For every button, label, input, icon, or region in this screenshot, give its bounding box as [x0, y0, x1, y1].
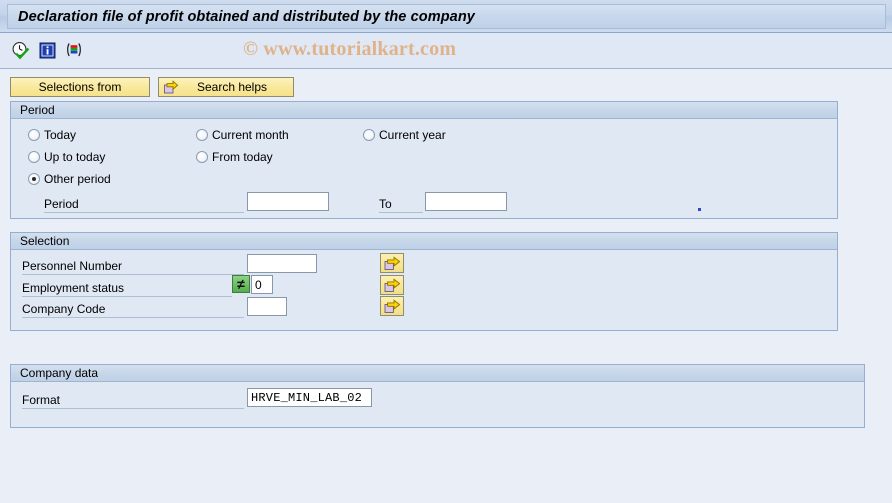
- period-to-label: To: [379, 197, 392, 211]
- personnel-number-label: Personnel Number: [22, 259, 123, 273]
- radio-current-month[interactable]: Current month: [196, 128, 289, 142]
- yellow-arrow-icon: [163, 79, 179, 95]
- personnel-number-multi-select-button[interactable]: [380, 253, 404, 273]
- execute-clock-check-icon[interactable]: [10, 40, 30, 60]
- radio-mark-icon: [28, 173, 40, 185]
- radio-today-label: Today: [44, 128, 77, 142]
- company-data-panel-body: Format: [11, 382, 864, 426]
- not-equal-operator-button[interactable]: ≠: [232, 275, 250, 293]
- radio-current-month-label: Current month: [212, 128, 289, 142]
- radio-up-to-today-label: Up to today: [44, 150, 106, 164]
- radio-mark-icon: [196, 129, 208, 141]
- selection-panel: Selection Personnel Number Employment st…: [10, 232, 838, 331]
- period-panel: Period Today Current month Current year …: [10, 101, 838, 219]
- company-data-panel: Company data Format: [10, 364, 865, 428]
- not-equal-icon: ≠: [237, 276, 245, 292]
- selection-panel-body: Personnel Number Employment status ≠ Com…: [11, 250, 837, 329]
- format-input[interactable]: [247, 388, 372, 407]
- radio-mark-icon: [363, 129, 375, 141]
- employment-status-multi-select-button[interactable]: [380, 275, 404, 295]
- format-label: Format: [22, 393, 61, 407]
- watermark-text: © www.tutorialkart.com: [243, 38, 457, 60]
- employment-status-input[interactable]: [251, 275, 273, 294]
- yellow-arrow-icon: [384, 255, 400, 270]
- radio-up-to-today[interactable]: Up to today: [28, 150, 105, 164]
- period-panel-body: Today Current month Current year Up to t…: [11, 119, 837, 217]
- window-title-bar: Declaration file of profit obtained and …: [0, 0, 892, 33]
- tab-selections-from[interactable]: Selections from: [10, 77, 150, 97]
- radio-today[interactable]: Today: [28, 128, 76, 142]
- period-to-input[interactable]: [425, 192, 507, 211]
- employment-status-label: Employment status: [22, 281, 125, 295]
- radio-current-year-label: Current year: [379, 128, 446, 142]
- company-code-label: Company Code: [22, 302, 106, 316]
- personnel-number-input[interactable]: [247, 254, 317, 273]
- selection-panel-title: Selection: [11, 233, 837, 250]
- field-marker-dot: [698, 208, 701, 211]
- tab-selections-from-label: Selections from: [38, 80, 122, 94]
- period-label-rule: [44, 212, 244, 213]
- personnel-number-rule: [22, 274, 244, 275]
- page-title: Declaration file of profit obtained and …: [18, 9, 475, 25]
- employment-status-rule: [22, 296, 232, 297]
- company-code-input[interactable]: [247, 297, 287, 316]
- period-field-label: Period: [44, 197, 79, 211]
- radio-mark-icon: [28, 151, 40, 163]
- radio-from-today[interactable]: From today: [196, 150, 273, 164]
- radio-current-year[interactable]: Current year: [363, 128, 446, 142]
- radio-mark-icon: [28, 129, 40, 141]
- format-label-rule: [22, 408, 244, 409]
- period-panel-title: Period: [11, 102, 837, 119]
- info-icon[interactable]: [37, 40, 57, 60]
- toolbar-icon-group: [10, 40, 84, 60]
- period-to-rule: [379, 212, 423, 213]
- period-from-input[interactable]: [247, 192, 329, 211]
- tab-search-helps[interactable]: Search helps: [158, 77, 294, 97]
- yellow-arrow-icon: [384, 298, 400, 313]
- radio-from-today-label: From today: [212, 150, 273, 164]
- variant-stripes-icon[interactable]: [64, 40, 84, 60]
- company-code-multi-select-button[interactable]: [380, 296, 404, 316]
- radio-mark-icon: [196, 151, 208, 163]
- company-data-panel-title: Company data: [11, 365, 864, 382]
- radio-other-period-label: Other period: [44, 172, 111, 186]
- yellow-arrow-icon: [384, 277, 400, 292]
- tab-search-helps-label: Search helps: [196, 80, 268, 94]
- tab-button-row: Selections from Search helps: [0, 69, 892, 101]
- radio-other-period[interactable]: Other period: [28, 172, 111, 186]
- company-code-rule: [22, 317, 244, 318]
